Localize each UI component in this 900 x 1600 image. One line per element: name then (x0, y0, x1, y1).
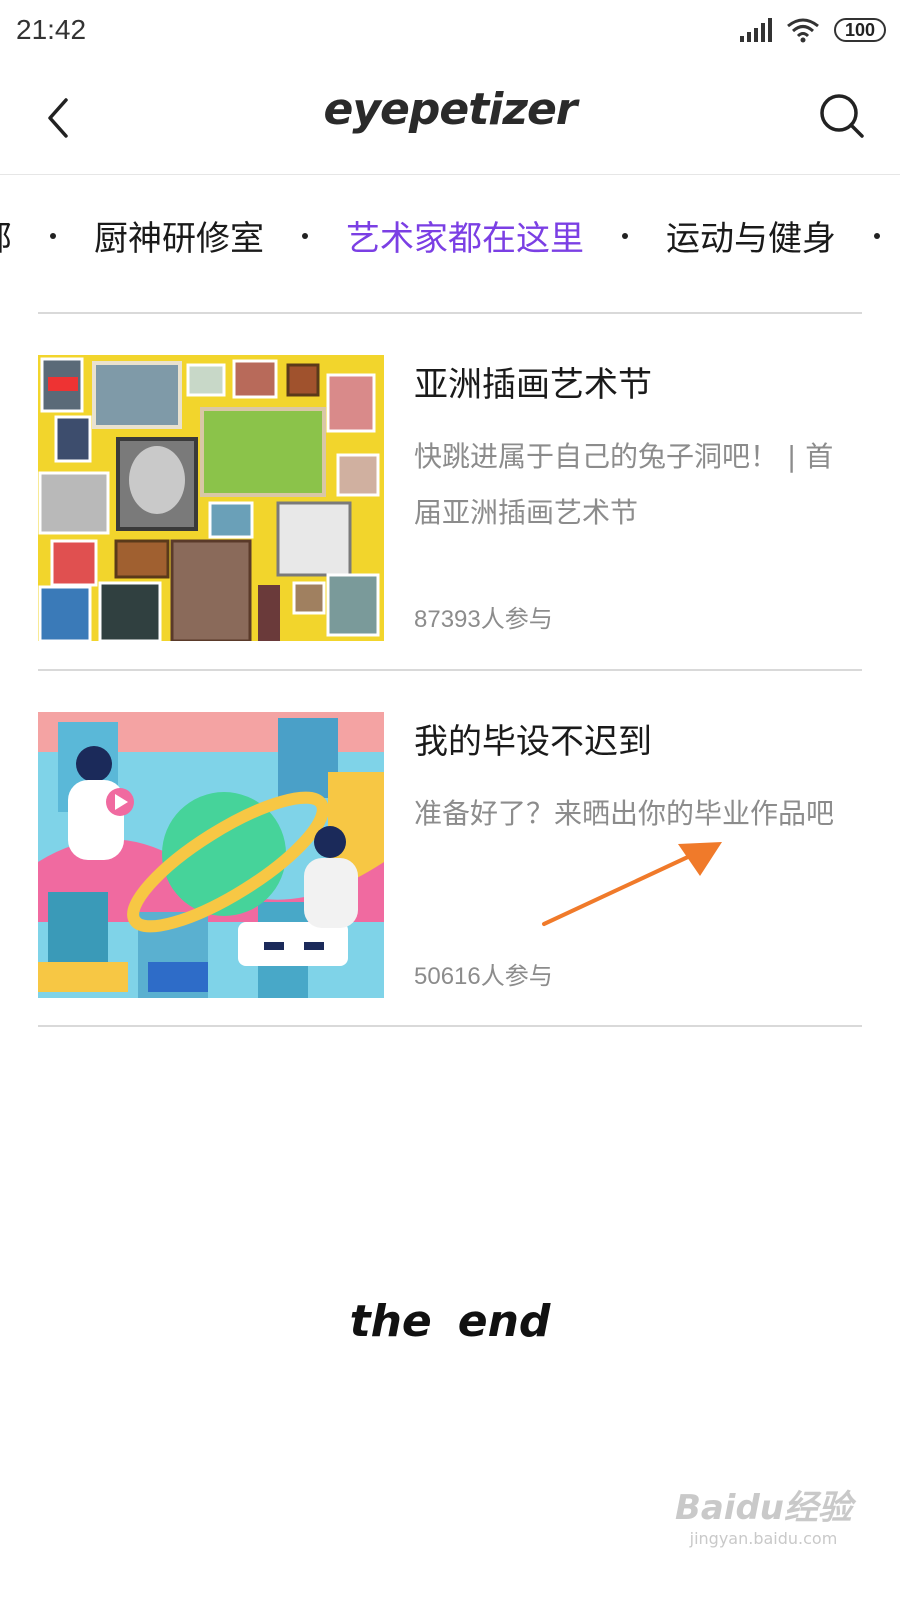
list-divider (38, 1025, 862, 1027)
end-text-right: end (457, 1296, 551, 1347)
topic-thumbnail-gallery[interactable] (38, 355, 384, 641)
tab-chef[interactable]: 厨神研修室 (94, 211, 264, 260)
topic-thumbnail-illustration[interactable] (38, 712, 384, 998)
tab-separator (622, 232, 628, 239)
wifi-icon (787, 18, 819, 43)
list-divider (38, 669, 862, 671)
watermark-logo: Baidu经验 (674, 1488, 852, 1528)
battery-level: 100 (844, 19, 876, 40)
status-time: 21:42 (16, 14, 87, 45)
topic-description: 快跳进属于自己的兔子洞吧！ | 首届亚洲插画艺术节 (414, 440, 834, 529)
topic-description: 准备好了？来晒出你的毕业作品吧 (414, 797, 835, 830)
status-bar: 21:42 100 (0, 0, 900, 60)
annotation-arrow-icon (542, 842, 722, 926)
participant-number: 50616 (414, 963, 481, 990)
participant-suffix: 人参与 (480, 963, 553, 990)
topic-card[interactable]: 我的毕设不迟到 准备好了？来晒出你的毕业作品吧 50616人参与 (38, 712, 862, 998)
participant-count: 50616人参与 (414, 956, 553, 991)
end-of-list-label: the end (0, 1296, 900, 1347)
list-divider (38, 312, 862, 314)
tab-separator (874, 232, 880, 239)
battery-icon: 100 (834, 18, 886, 42)
tab-fitness[interactable]: 运动与健身 (666, 211, 836, 260)
app-title: eyepetizer (323, 84, 578, 135)
watermark-url: jingyan.baidu.com (689, 1529, 838, 1548)
search-icon (820, 94, 864, 138)
topic-title: 我的毕设不迟到 (414, 722, 652, 762)
signal-icon (740, 18, 772, 42)
topic-title: 亚洲插画艺术节 (414, 365, 652, 405)
topic-card[interactable]: 亚洲插画艺术节 快跳进属于自己的兔子洞吧！ | 首届亚洲插画艺术节 87393人… (38, 355, 862, 641)
watermark: Baidu经验 jingyan.baidu.com (675, 1480, 852, 1548)
tab-separator (302, 232, 308, 239)
end-text-left: the (349, 1296, 432, 1347)
participant-suffix: 人参与 (480, 606, 553, 633)
participant-count: 87393人参与 (414, 599, 553, 634)
tab-artists[interactable]: 艺术家都在这里 (346, 211, 584, 260)
status-icons: 100 (740, 14, 886, 46)
tab-separator (50, 232, 56, 239)
participant-number: 87393 (414, 606, 481, 633)
app-header: eyepetizer (0, 60, 900, 175)
category-tabs[interactable]: 部 厨神研修室 艺术家都在这里 运动与健身 (0, 175, 900, 295)
tab-partial[interactable]: 部 (0, 211, 12, 260)
search-button[interactable] (814, 88, 870, 144)
